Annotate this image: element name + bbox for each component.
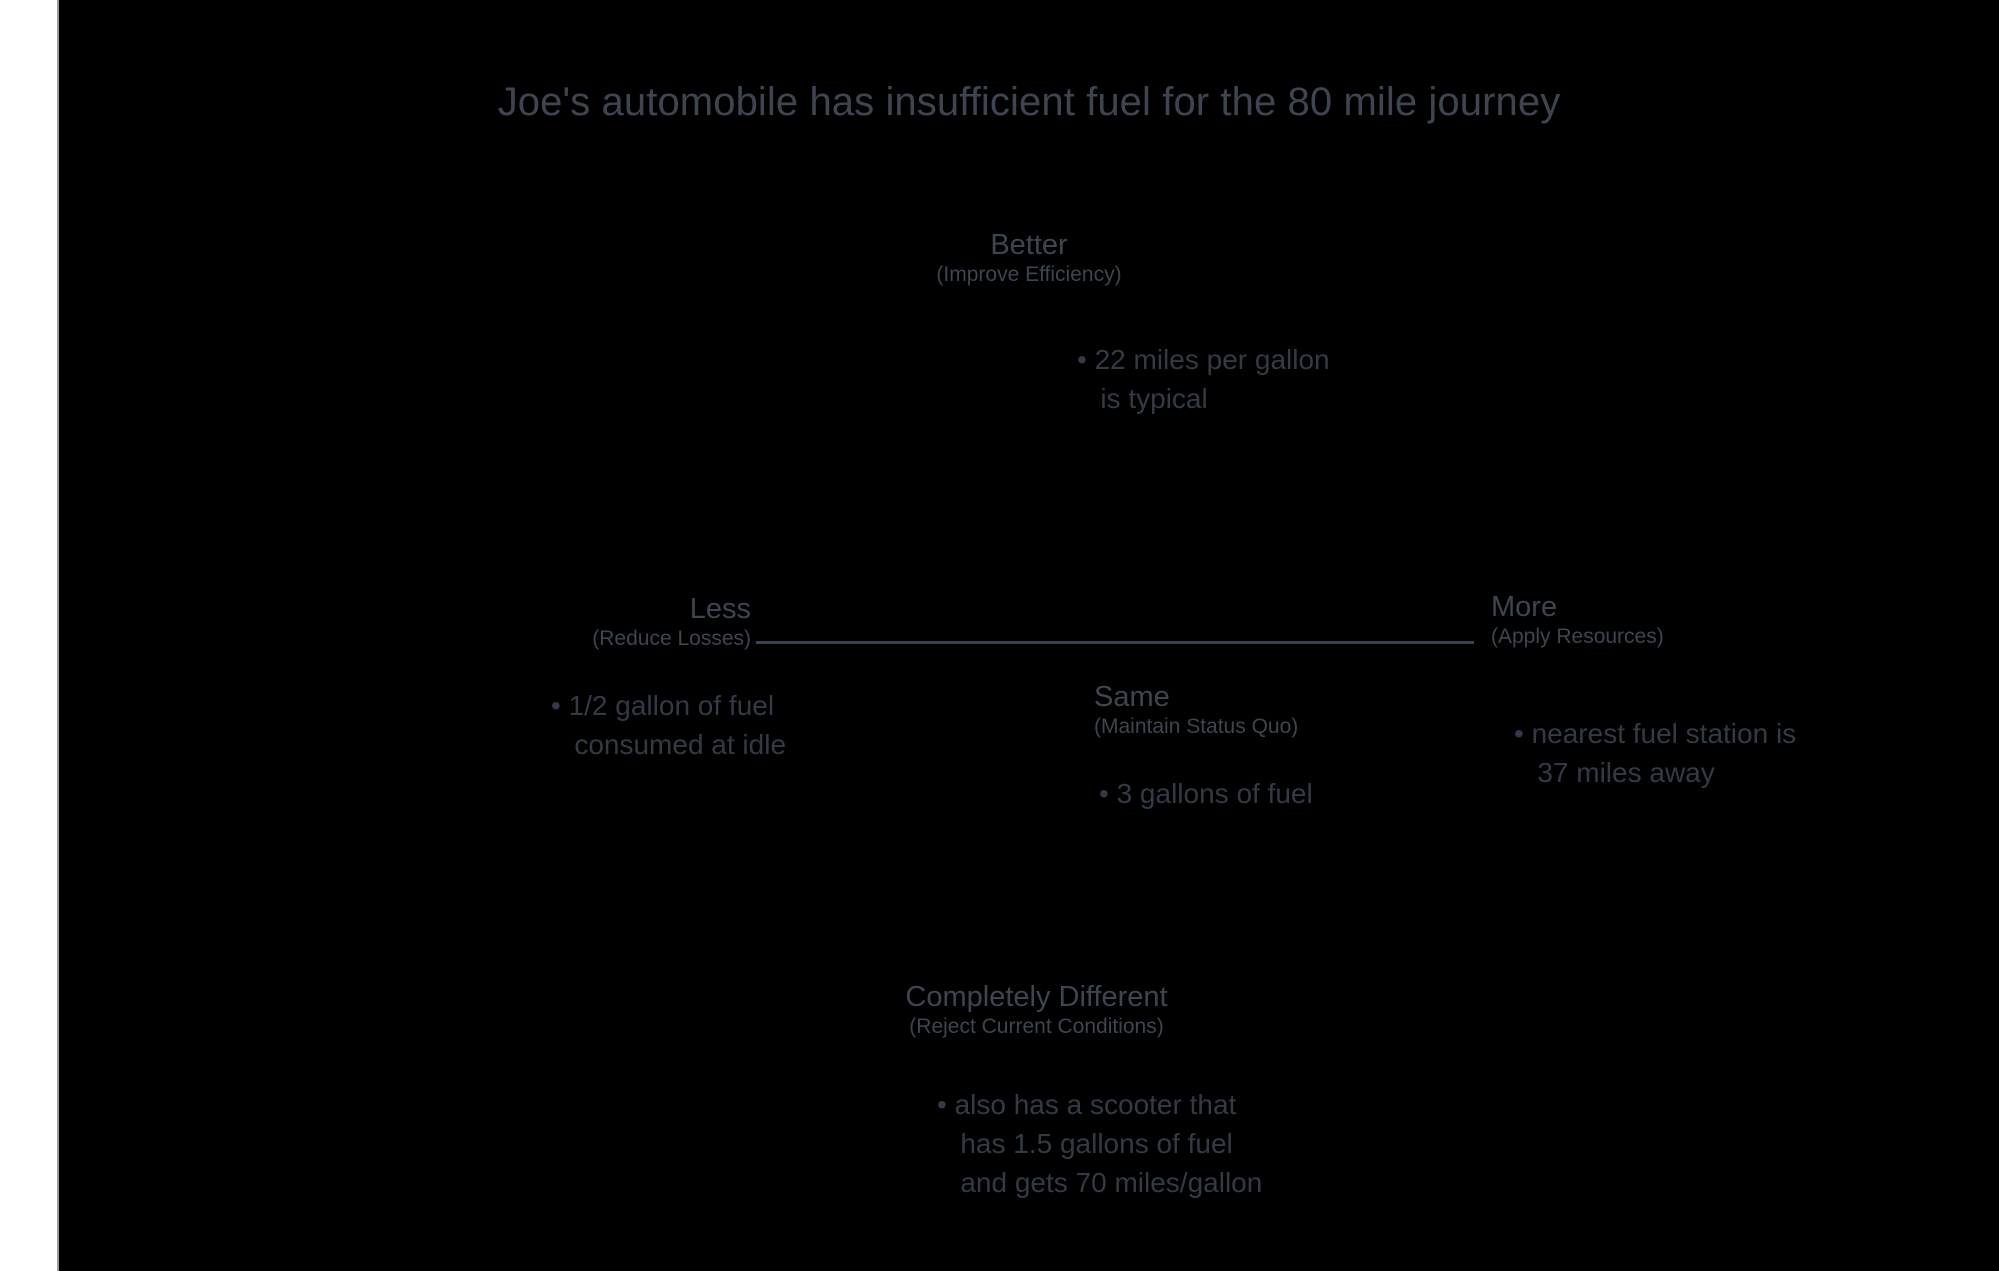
quadrant-label-bottom: Completely Different (Reject Current Con… xyxy=(59,980,1999,1040)
quadrant-bullets-top: • 22 miles per gallon is typical xyxy=(1077,344,1330,414)
quadrant-subtitle-bottom: (Reject Current Conditions) xyxy=(909,1015,1164,1038)
quadrant-label-right: More (Apply Resources) xyxy=(1491,590,1664,650)
horizontal-axis-line xyxy=(756,641,1474,644)
quadrant-label-center: Same (Maintain Status Quo) xyxy=(1094,680,1298,740)
quadrant-bullets-right: • nearest fuel station is 37 miles away xyxy=(1514,718,1797,788)
quadrant-title-bottom: Completely Different xyxy=(905,981,1168,1013)
quadrant-title-top: Better xyxy=(990,229,1068,261)
quadrant-bullets-left: • 1/2 gallon of fuel consumed at idle xyxy=(551,690,787,760)
quadrant-bullets-bottom: • also has a scooter that has 1.5 gallon… xyxy=(937,1089,1263,1198)
quadrant-label-top: Better (Improve Efficiency) xyxy=(59,228,1999,288)
diagram-canvas: Joe's automobile has insufficient fuel f… xyxy=(59,0,1999,1271)
quadrant-subtitle-right: (Apply Resources) xyxy=(1491,625,1664,648)
quadrant-bullets-center: • 3 gallons of fuel xyxy=(1099,778,1313,809)
page-title: Joe's automobile has insufficient fuel f… xyxy=(497,80,1561,124)
quadrant-subtitle-top: (Improve Efficiency) xyxy=(936,263,1122,286)
diagram-page: Joe's automobile has insufficient fuel f… xyxy=(0,0,1999,1271)
quadrant-subtitle-left: (Reduce Losses) xyxy=(592,627,751,650)
quadrant-title-left: Less xyxy=(689,593,751,625)
quadrant-title-center: Same xyxy=(1094,681,1170,713)
quadrant-subtitle-center: (Maintain Status Quo) xyxy=(1094,715,1299,738)
quadrant-title-right: More xyxy=(1491,591,1558,623)
quadrant-label-left: Less (Reduce Losses) xyxy=(59,592,751,652)
left-margin xyxy=(0,0,57,1271)
